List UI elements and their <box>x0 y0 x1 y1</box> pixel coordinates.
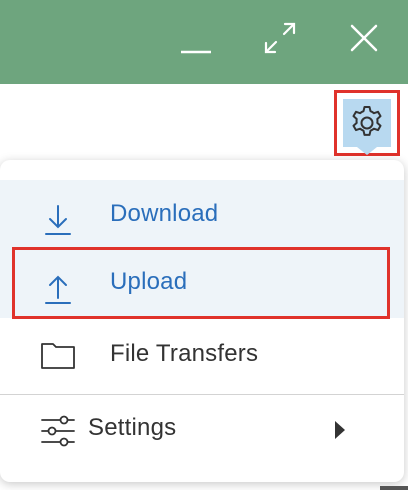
menu-item-settings[interactable]: Settings <box>0 398 404 464</box>
sliders-icon <box>40 414 76 448</box>
download-icon <box>40 202 76 238</box>
title-bar <box>0 0 408 84</box>
menu-item-label: Settings <box>88 414 177 441</box>
settings-gear-button[interactable] <box>334 90 400 156</box>
menu-item-label: File Transfers <box>110 340 259 367</box>
menu-item-download[interactable]: Download <box>0 180 404 250</box>
app-window: Download Upload File Transfers Settings <box>0 0 408 490</box>
dropdown-menu: Download Upload File Transfers Settings <box>0 160 404 482</box>
minimize-button[interactable] <box>174 16 218 60</box>
menu-item-label: Download <box>110 200 219 227</box>
menu-item-file-transfers[interactable]: File Transfers <box>0 320 404 390</box>
window-edge <box>380 486 408 490</box>
submenu-arrow-icon <box>334 420 346 445</box>
minimize-icon <box>181 50 211 54</box>
close-icon <box>350 24 378 52</box>
maximize-button[interactable] <box>258 16 302 60</box>
close-button[interactable] <box>342 16 386 60</box>
gear-icon <box>352 106 382 136</box>
menu-item-label: Upload <box>110 268 188 295</box>
upload-icon <box>40 270 76 306</box>
menu-divider <box>0 394 404 395</box>
folder-icon <box>40 340 76 370</box>
maximize-icon <box>264 22 296 54</box>
menu-item-upload[interactable]: Upload <box>0 248 404 318</box>
